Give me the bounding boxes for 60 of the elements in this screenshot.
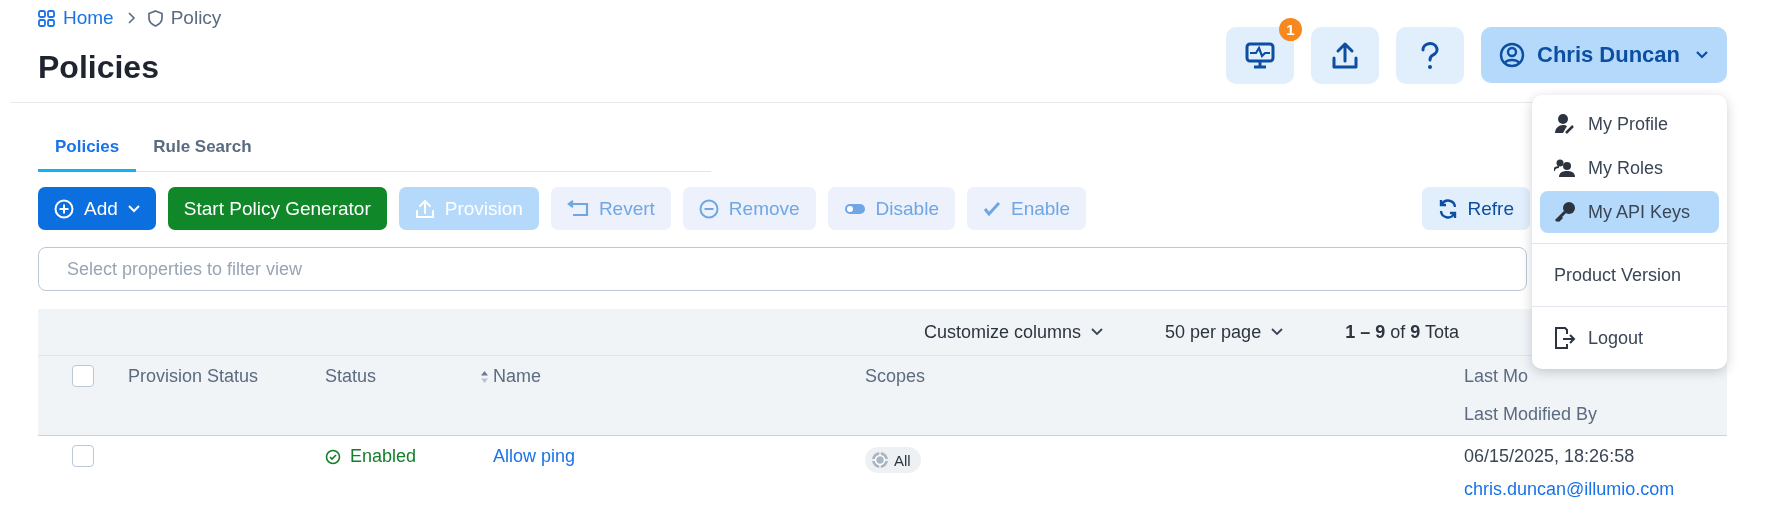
check-icon — [983, 200, 1001, 217]
menu-item[interactable]: My API Keys — [1540, 191, 1719, 233]
chevron-down-icon — [1091, 328, 1104, 336]
column-header: Last Modified By — [1464, 404, 1598, 425]
column-header: Scopes — [865, 366, 926, 387]
menu-item[interactable]: Product Version — [1540, 254, 1719, 296]
customize-columns-dropdown[interactable]: Customize columns — [924, 321, 1104, 343]
key-icon — [1554, 201, 1576, 223]
upload-icon — [1331, 40, 1359, 71]
tab[interactable]: Rule Search — [136, 127, 269, 172]
row-checkbox[interactable] — [72, 445, 94, 467]
column-header: Provision Status — [128, 366, 259, 387]
chevron-right-icon — [125, 11, 136, 25]
refresh-button[interactable]: Refre — [1421, 187, 1530, 230]
add-button[interactable]: Add — [38, 187, 156, 230]
chevron-down-icon — [1695, 50, 1709, 60]
plus-circle-icon — [54, 198, 74, 219]
notification-badge: 1 — [1279, 18, 1302, 41]
menu-item[interactable]: My Roles — [1540, 147, 1719, 189]
refresh-icon — [1437, 198, 1458, 219]
breadcrumb-link[interactable]: Home — [38, 7, 114, 29]
filter-field[interactable]: Select properties to filter view — [38, 247, 1527, 291]
menu-item[interactable]: Logout — [1540, 317, 1719, 359]
pagination-range: 1 – 9 of 9 Tota — [1345, 321, 1459, 343]
select-all-checkbox[interactable] — [72, 365, 94, 387]
menu-item[interactable]: My Profile — [1540, 103, 1719, 145]
monitor-pulse-icon — [1245, 41, 1275, 70]
help-icon — [1421, 41, 1439, 70]
column-header: Last Mo — [1464, 366, 1529, 387]
status-text: Enabled — [325, 446, 417, 467]
policy-name-link[interactable]: Allow ping — [493, 446, 576, 467]
users-icon — [1554, 158, 1576, 178]
revert-arrow-icon — [566, 199, 589, 218]
toggle-icon — [843, 201, 866, 216]
tab[interactable]: Policies — [38, 127, 137, 172]
chevron-down-icon — [127, 204, 140, 213]
monitor-button[interactable] — [1226, 27, 1294, 84]
upload-button[interactable] — [1311, 27, 1379, 84]
breadcrumb-link[interactable]: Policy — [147, 7, 222, 29]
sort-icon — [480, 369, 489, 384]
shield-icon — [147, 9, 163, 27]
user-edit-icon — [1554, 113, 1576, 135]
check-circle-icon — [325, 448, 341, 465]
upload-icon — [414, 198, 435, 219]
column-header: Name — [493, 366, 541, 387]
scope-chip: All — [865, 447, 921, 473]
logout-icon — [1554, 327, 1576, 349]
help-button[interactable] — [1396, 27, 1464, 84]
column-header: Status — [325, 366, 377, 387]
per-page-dropdown[interactable]: 50 per page — [1165, 321, 1284, 343]
chevron-down-icon — [1271, 328, 1284, 336]
target-icon — [871, 451, 889, 469]
generator-button[interactable]: Start Policy Generator — [167, 187, 387, 230]
user-menu-button[interactable]: Chris Duncan — [1481, 27, 1727, 83]
page-title: Policies — [38, 49, 160, 86]
user-circle-icon — [1499, 42, 1525, 68]
minus-circle-icon — [698, 198, 719, 219]
email-link[interactable]: chris.duncan@illumio.com — [1464, 479, 1675, 500]
modified-date: 06/15/2025, 18:26:58 — [1464, 446, 1635, 467]
grid-icon — [38, 9, 55, 27]
